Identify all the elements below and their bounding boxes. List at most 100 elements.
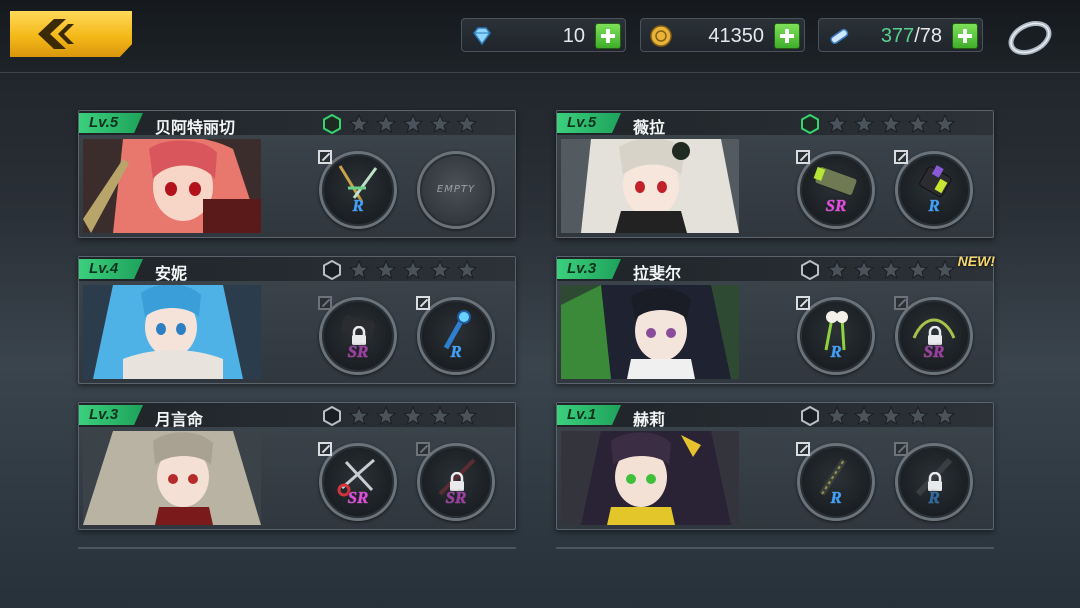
equipment-slot[interactable]: R: [894, 150, 973, 229]
character-name: 安妮: [155, 264, 188, 283]
character-name: 赫莉: [633, 410, 666, 429]
character-portrait: [561, 431, 739, 525]
character-name: 薇拉: [633, 118, 666, 137]
energy-current: 377: [880, 25, 915, 47]
character-portrait: [83, 139, 261, 233]
star-icon: [457, 259, 478, 284]
star-icon: [826, 259, 848, 284]
rarity-label: R: [830, 342, 842, 361]
hexagon-frame-icon: [322, 405, 342, 430]
star-icon: [375, 113, 397, 138]
coin-icon: [650, 25, 672, 47]
star-icon: [908, 113, 929, 138]
star-icon: [853, 405, 875, 430]
star-icon: [826, 405, 848, 430]
equipment-slot[interactable]: R: [318, 150, 397, 229]
hexagon-frame-icon: [800, 405, 820, 430]
character-name: 月言命: [155, 410, 204, 429]
character-portrait: [561, 139, 739, 233]
star-icon: [881, 113, 902, 138]
ring-icon[interactable]: [1004, 14, 1056, 58]
character-card[interactable]: Lv.1 赫莉 R R: [556, 402, 994, 530]
rarity-label: R: [352, 196, 364, 215]
energy-counter: 377/78: [818, 18, 983, 52]
level-badge: Lv.3: [79, 405, 143, 425]
back-button[interactable]: [10, 11, 132, 57]
character-card[interactable]: Lv.5 贝阿特丽切 R EMPTY: [78, 110, 516, 238]
character-card[interactable]: Lv.4 安妮 SR R: [78, 256, 516, 384]
energy-value: 377/78: [881, 25, 942, 48]
hexagon-frame-icon: [322, 259, 342, 284]
card-header: Lv.5 薇拉: [557, 111, 993, 137]
level-badge: Lv.5: [557, 113, 621, 133]
star-rating: [800, 113, 957, 135]
equipment-slot[interactable]: SR: [318, 442, 397, 521]
rarity-label: SR: [347, 488, 369, 507]
equipment-slot-locked[interactable]: SR: [894, 296, 973, 375]
card-header: Lv.1 赫莉: [557, 403, 993, 429]
character-name: 贝阿特丽切: [155, 118, 236, 137]
empty-label: EMPTY: [436, 184, 476, 195]
equipment-slot-locked[interactable]: SR: [318, 296, 397, 375]
rarity-label: R: [928, 196, 940, 215]
character-card[interactable]: Lv.3 拉斐尔 NEW! R SR: [556, 253, 995, 384]
edit-icon: [796, 150, 810, 164]
star-icon: [881, 259, 902, 284]
equipment-slot-locked[interactable]: SR: [416, 442, 495, 521]
edit-icon: [318, 150, 332, 164]
hexagon-frame-icon: [800, 113, 820, 138]
star-icon: [853, 259, 875, 284]
gold-counter: 41350: [640, 18, 805, 52]
star-icon: [348, 405, 370, 430]
next-row-edge: [556, 547, 994, 549]
card-header: Lv.3 拉斐尔: [557, 257, 993, 283]
energy-max: /78: [914, 25, 942, 47]
character-card[interactable]: Lv.5 薇拉 SR R: [556, 110, 994, 238]
rarity-label: SR: [347, 342, 369, 361]
star-icon: [826, 113, 848, 138]
rarity-label: SR: [825, 196, 847, 215]
character-portrait: [83, 431, 261, 525]
edit-icon: [796, 442, 810, 456]
equipment-slot[interactable]: R: [796, 442, 875, 521]
card-header: Lv.5 贝阿特丽切: [79, 111, 515, 138]
star-icon: [375, 405, 397, 430]
character-portrait: [83, 285, 261, 379]
equipment-slot-locked[interactable]: R: [894, 442, 973, 521]
card-header: Lv.3 月言命: [79, 403, 515, 430]
equipment-slot[interactable]: R: [796, 296, 875, 375]
level-badge: Lv.5: [79, 113, 143, 133]
star-rating: [800, 405, 957, 427]
card-header: Lv.4 安妮: [79, 257, 515, 284]
energy-bandage-icon: [830, 28, 849, 45]
edit-icon: [416, 296, 430, 310]
gem-value: 10: [562, 25, 585, 47]
star-icon: [853, 113, 875, 138]
rarity-label: R: [928, 488, 940, 507]
new-badge: NEW!: [957, 253, 995, 269]
rarity-label: R: [450, 342, 462, 361]
add-energy-button[interactable]: [952, 23, 978, 49]
character-card[interactable]: Lv.3 月言命 SR SR: [78, 402, 516, 530]
add-gems-button[interactable]: [595, 23, 621, 49]
star-icon: [375, 259, 397, 284]
rarity-label: SR: [923, 342, 945, 361]
gem-counter: 10: [461, 18, 626, 52]
star-icon: [881, 405, 902, 430]
level-badge: Lv.1: [557, 405, 621, 425]
star-icon: [935, 113, 956, 138]
equipment-slot-empty[interactable]: EMPTY: [417, 151, 495, 229]
star-icon: [430, 113, 451, 138]
star-icon: [430, 405, 451, 430]
equipment-slot[interactable]: R: [416, 296, 495, 375]
gem-icon: [473, 27, 491, 46]
hexagon-frame-icon: [322, 113, 342, 138]
equipment-slot[interactable]: SR: [796, 150, 875, 229]
star-icon: [348, 259, 370, 284]
edit-icon: [894, 296, 908, 310]
star-rating: [800, 259, 957, 281]
edit-icon: [894, 150, 908, 164]
next-row-edge: [78, 547, 516, 549]
star-icon: [430, 259, 451, 284]
add-gold-button[interactable]: [774, 23, 800, 49]
